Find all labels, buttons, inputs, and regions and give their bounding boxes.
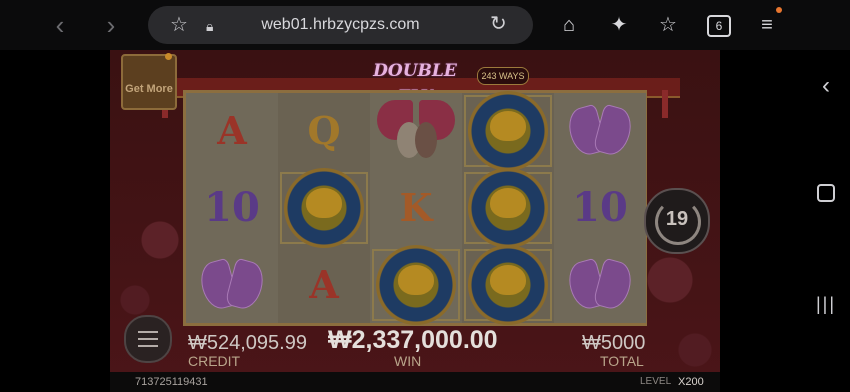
symbol-ten: 10 [204,184,260,231]
total-bet-label: TOTAL [600,353,644,369]
reel-1: A 10 [186,93,278,323]
notification-dot [776,7,782,13]
right-lantern [662,90,668,118]
birds-symbol-icon [377,96,455,166]
recents-nav-icon[interactable]: ||| [802,294,850,315]
lotus-symbol-icon [468,168,548,248]
game-footer: 713725119431 LEVEL X200 [110,372,720,392]
reel-grid: A 10 Q A K 10 [183,90,647,326]
symbol-ten: 10 [572,184,628,231]
tabs-count-icon[interactable]: 6 [707,15,731,37]
game-logo: DOUBLE FLY [373,61,457,107]
forward-icon[interactable]: › [96,10,126,40]
browser-toolbar: ‹ › ☆ 🔒︎ web01.hrbzycpzs.com ↻ ⌂ ✦ ☆ 6 ≡ [0,0,850,50]
system-nav-bar: ‹ ||| [802,50,850,392]
lotus-symbol-icon [468,91,548,171]
back-icon[interactable]: ‹ [45,10,75,40]
symbol-a: A [309,262,339,307]
sparkle-icon[interactable]: ✦ [608,14,630,36]
level-label: LEVEL [640,376,672,387]
right-letterbox [720,50,802,392]
win-value: ₩2,337,000.00 [328,326,498,354]
game-menu-button[interactable] [124,315,172,363]
symbol-k: K [399,185,433,230]
reel-5: 10 [554,93,646,323]
address-bar[interactable]: ☆ 🔒︎ web01.hrbzycpzs.com ↻ [148,6,533,44]
round-id: 713725119431 [135,376,208,388]
get-more-notification-dot [165,53,172,60]
lotus-symbol-icon [468,245,548,325]
lotus-symbol-icon [376,245,456,325]
credit-label: CREDIT [188,353,241,369]
reel-4 [462,91,554,325]
spin-button[interactable]: 19 [644,188,710,254]
total-bet-value[interactable]: ₩5000 [582,332,645,355]
get-more-label: Get More [125,83,173,95]
credit-value: ₩524,095.99 [188,332,307,354]
slot-game: Get More DOUBLE FLY 243 WAYS A 10 Q A K … [110,50,720,392]
lotus-symbol-icon [284,168,364,248]
home-nav-icon[interactable] [802,184,850,207]
reel-2: Q A [278,93,370,323]
reload-icon[interactable]: ↻ [490,14,507,34]
get-more-button[interactable]: Get More [121,54,177,110]
url-text[interactable]: web01.hrbzycpzs.com [148,16,533,34]
butterfly-symbol-icon [568,257,632,313]
symbol-a: A [217,108,247,153]
win-label: WIN [394,353,422,369]
favorites-icon[interactable]: ☆ [657,14,679,36]
butterfly-symbol-icon [568,103,632,159]
home-icon[interactable]: ⌂ [558,14,580,36]
reel-3: K [370,93,462,325]
butterfly-symbol-icon [200,257,264,313]
symbol-q: Q [307,108,341,153]
menu-icon[interactable]: ≡ [756,14,778,36]
ways-badge: 243 WAYS [477,67,529,85]
auto-spin-count: 19 [665,208,689,230]
level-value: X200 [678,376,704,388]
left-letterbox [0,50,110,392]
back-nav-icon[interactable]: ‹ [802,72,850,100]
